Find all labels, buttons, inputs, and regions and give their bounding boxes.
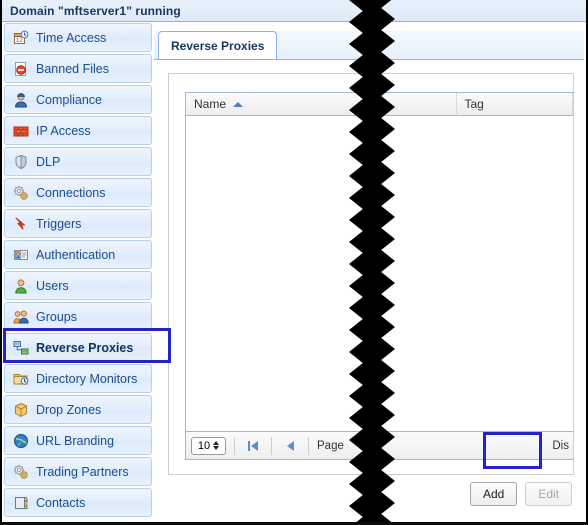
sidebar-item-users[interactable]: Users <box>4 271 152 300</box>
sidebar-item-contacts[interactable]: Contacts <box>4 488 152 517</box>
stepper-up-icon[interactable] <box>213 441 220 445</box>
grid-body-empty <box>186 116 573 431</box>
id-card-icon <box>13 247 29 263</box>
sidebar-item-label: IP Access <box>36 123 91 138</box>
stepper-down-icon[interactable] <box>213 446 220 450</box>
tab-label: Reverse Proxies <box>171 38 265 53</box>
add-button-label: Add <box>482 487 505 501</box>
stepper-arrows-icon[interactable] <box>213 441 220 450</box>
sidebar-item-groups[interactable]: Groups <box>4 302 152 331</box>
sidebar-item-drop-zones[interactable]: Drop Zones <box>4 395 152 424</box>
status-header-bar: Domain "mftserver1" running <box>2 0 586 22</box>
sidebar-item-time-access[interactable]: 12 Time Access <box>4 23 152 52</box>
tab-strip: Reverse Proxies <box>154 31 584 60</box>
grid-pagination-toolbar: 10 Page Dis <box>186 431 573 459</box>
first-page-button[interactable] <box>243 436 263 456</box>
network-nodes-icon <box>13 340 29 356</box>
sidebar-item-label: Triggers <box>36 216 82 231</box>
display-count-label: Dis <box>552 439 569 452</box>
toolbar-separator <box>271 436 272 455</box>
previous-page-arrow-icon <box>286 440 294 451</box>
grid-header-row: Name Tag <box>186 93 573 116</box>
gears-icon <box>13 464 29 480</box>
column-header-tag[interactable]: Tag <box>457 93 573 116</box>
edit-button: Edit <box>525 482 572 506</box>
toolbar-separator <box>234 436 235 455</box>
sidebar-item-reverse-proxies[interactable]: Reverse Proxies <box>4 333 152 362</box>
gears-icon <box>13 185 29 201</box>
sidebar-item-dlp[interactable]: DLP <box>4 147 152 176</box>
sidebar-item-label: Contacts <box>36 495 86 510</box>
sidebar-item-label: URL Branding <box>36 433 115 448</box>
add-button[interactable]: Add <box>469 482 518 506</box>
first-page-icon <box>248 440 250 451</box>
sidebar-item-trading-partners[interactable]: Trading Partners <box>4 457 152 486</box>
application-window: Domain "mftserver1" running 12 Time Acces… <box>0 0 588 525</box>
sidebar-item-label: Authentication <box>36 247 116 262</box>
sidebar-item-label: Trading Partners <box>36 464 129 479</box>
globe-icon <box>13 433 29 449</box>
sidebar-item-label: Drop Zones <box>36 402 102 417</box>
content-panel: Name Tag 10 Page Dis <box>168 73 574 475</box>
firewall-icon <box>13 123 29 139</box>
sidebar-item-label: DLP <box>36 154 61 169</box>
page-size-stepper[interactable]: 10 <box>191 436 226 455</box>
sidebar-item-directory-monitors[interactable]: Directory Monitors <box>4 364 152 393</box>
tab-reverse-proxies[interactable]: Reverse Proxies <box>158 31 278 59</box>
action-button-row: Add Edit <box>469 481 572 507</box>
edit-button-label: Edit <box>538 487 559 501</box>
sidebar-item-connections[interactable]: Connections <box>4 178 152 207</box>
folder-clock-icon <box>13 371 29 387</box>
sort-ascending-icon <box>233 101 244 107</box>
sidebar-item-label: Directory Monitors <box>36 371 138 386</box>
users-group-icon <box>13 309 29 325</box>
previous-page-button[interactable] <box>280 436 300 456</box>
user-icon <box>13 278 29 294</box>
column-header-name-label: Name <box>194 97 227 111</box>
sidebar-item-label: Users <box>36 278 69 293</box>
reverse-proxies-grid: Name Tag 10 Page Dis <box>185 92 573 460</box>
banned-file-icon <box>13 61 29 77</box>
sidebar-item-ip-access[interactable]: IP Access <box>4 116 152 145</box>
lightning-arrow-icon <box>13 216 29 232</box>
shield-icon <box>13 154 29 170</box>
sidebar-item-authentication[interactable]: Authentication <box>4 240 152 269</box>
address-book-icon <box>13 495 29 511</box>
sidebar-navigation[interactable]: 12 Time Access Banned Files Compliance IP Ac… <box>4 23 152 519</box>
sidebar-item-label: Reverse Proxies <box>36 340 134 355</box>
sidebar-item-label: Compliance <box>36 92 103 107</box>
main-content: Reverse Proxies Name Tag 10 Page Dis Add… <box>154 23 584 519</box>
toolbar-separator <box>308 436 309 455</box>
sidebar-item-label: Connections <box>36 185 106 200</box>
sidebar-item-label: Groups <box>36 309 77 324</box>
page-label: Page <box>317 439 344 452</box>
page-size-value: 10 <box>197 439 211 452</box>
officer-icon <box>13 92 29 108</box>
first-page-arrow-icon <box>251 440 258 451</box>
calendar-clock-icon: 12 <box>13 30 29 46</box>
sidebar-item-label: Time Access <box>36 30 107 45</box>
sidebar-item-triggers[interactable]: Triggers <box>4 209 152 238</box>
sidebar-item-banned-files[interactable]: Banned Files <box>4 54 152 83</box>
sidebar-item-label: Banned Files <box>36 61 109 76</box>
sidebar-item-url-branding[interactable]: URL Branding <box>4 426 152 455</box>
svg-text:12: 12 <box>16 38 23 44</box>
column-header-tag-label: Tag <box>464 97 484 111</box>
column-header-name[interactable]: Name <box>186 93 457 116</box>
domain-status-title: Domain "mftserver1" running <box>10 3 181 18</box>
sidebar-item-compliance[interactable]: Compliance <box>4 85 152 114</box>
package-icon <box>13 402 29 418</box>
